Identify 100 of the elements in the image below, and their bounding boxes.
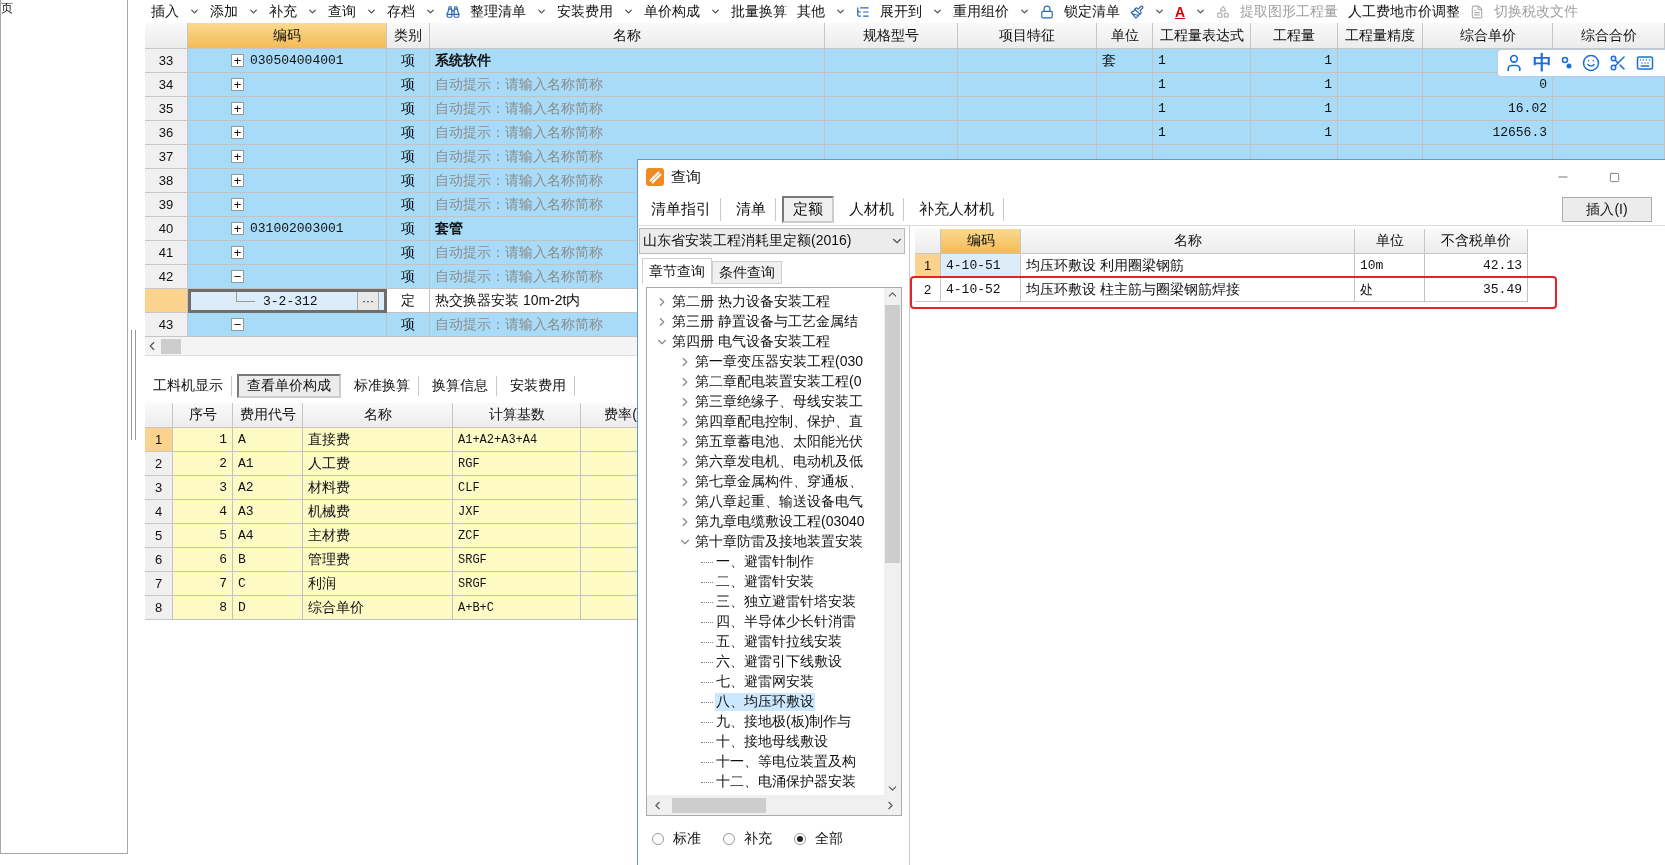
- tree-item[interactable]: 第八章起重、输送设备电气: [694, 493, 864, 511]
- maximize-icon[interactable]: [1609, 171, 1620, 183]
- expand-toggle[interactable]: +: [231, 78, 244, 91]
- list-tree-icon[interactable]: [856, 4, 870, 19]
- column-header[interactable]: 计算基数: [453, 403, 581, 428]
- expand-toggle[interactable]: +: [231, 150, 244, 163]
- tree-item[interactable]: 第九章电缆敷设工程(03040: [694, 513, 866, 531]
- tree-item[interactable]: 八、均压环敷设: [715, 693, 815, 711]
- tab[interactable]: 定额: [782, 196, 834, 223]
- tab[interactable]: 条件查询: [712, 261, 782, 284]
- row-number[interactable]: 37: [145, 145, 188, 169]
- row-number[interactable]: 1: [145, 428, 173, 452]
- tab[interactable]: 工料机显示: [145, 376, 232, 396]
- caret-icon[interactable]: [835, 6, 846, 17]
- row-number[interactable]: 38: [145, 169, 188, 193]
- column-header[interactable]: 类别: [387, 23, 430, 49]
- row-number[interactable]: 35: [145, 97, 188, 121]
- row-number[interactable]: 43: [145, 313, 188, 337]
- row-number[interactable]: 5: [145, 524, 173, 548]
- tree-item[interactable]: 第一章变压器安装工程(030: [694, 353, 865, 371]
- horizontal-scrollbar[interactable]: [647, 795, 901, 815]
- column-header[interactable]: 综合合价: [1553, 23, 1665, 49]
- tree-item[interactable]: 十二、电涌保护器安装: [715, 773, 857, 791]
- tab[interactable]: 清单指引: [642, 198, 721, 221]
- table-cell[interactable]: 3-2-312 ···: [188, 289, 387, 313]
- caret-icon[interactable]: [425, 6, 436, 17]
- tree-item[interactable]: 十一、等电位装置及构: [715, 753, 857, 771]
- row-number[interactable]: 39: [145, 193, 188, 217]
- column-header[interactable]: 项目特征: [958, 23, 1097, 49]
- column-header[interactable]: 工程量表达式: [1153, 23, 1251, 49]
- row-number[interactable]: 40: [145, 217, 188, 241]
- column-header[interactable]: 工程量精度: [1338, 23, 1423, 49]
- column-header[interactable]: 综合单价: [1423, 23, 1553, 49]
- row-number[interactable]: 3: [145, 476, 173, 500]
- radio-option[interactable]: 全部: [794, 830, 843, 848]
- toolbar-button[interactable]: 单价构成: [644, 2, 700, 21]
- tab[interactable]: 换算信息: [424, 376, 497, 396]
- splitter-grip[interactable]: [131, 330, 136, 440]
- caret-icon[interactable]: [307, 6, 318, 17]
- row-number[interactable]: 1: [915, 254, 941, 278]
- scrollbar-thumb[interactable]: [161, 338, 181, 354]
- row-number[interactable]: 2: [145, 452, 173, 476]
- keyboard-icon[interactable]: [1636, 54, 1654, 72]
- user-icon[interactable]: [1504, 53, 1524, 73]
- tree-item[interactable]: 十、接地母线敷设: [715, 733, 829, 751]
- expand-toggle[interactable]: +: [231, 246, 244, 259]
- toolbar-button[interactable]: 批量换算: [731, 2, 787, 21]
- expand-toggle[interactable]: +: [231, 102, 244, 115]
- tree-item[interactable]: 七、避雷网安装: [715, 673, 815, 691]
- toolbar-button[interactable]: 补充: [269, 2, 297, 21]
- radio-option[interactable]: 补充: [723, 830, 772, 848]
- tab[interactable]: 补充人材机: [910, 198, 1004, 221]
- scrollbar-thumb[interactable]: [672, 797, 766, 813]
- tab[interactable]: 清单: [727, 198, 776, 221]
- ellipsis-button[interactable]: ···: [357, 292, 379, 310]
- column-header[interactable]: 不含税单价: [1425, 229, 1528, 254]
- row-number[interactable]: 36: [145, 121, 188, 145]
- column-header[interactable]: 编码: [188, 23, 387, 49]
- tree-item[interactable]: 第二册 热力设备安装工程: [671, 293, 831, 311]
- column-header[interactable]: 单位: [1097, 23, 1153, 49]
- tree-item[interactable]: 四、半导体少长针消雷: [715, 613, 857, 631]
- paintbrush-icon[interactable]: [1130, 4, 1144, 19]
- row-number[interactable]: 41: [145, 241, 188, 265]
- row-number[interactable]: 34: [145, 73, 188, 97]
- expand-toggle[interactable]: +: [231, 174, 244, 187]
- toolbar-button[interactable]: 人工费地市价调整: [1348, 2, 1461, 21]
- font-color-button[interactable]: A: [1175, 3, 1186, 20]
- dot-icon[interactable]: [1561, 56, 1573, 70]
- tree-item[interactable]: 第六章发电机、电动机及低: [694, 453, 864, 471]
- caret-icon[interactable]: [536, 6, 547, 17]
- tab[interactable]: 人材机: [840, 198, 904, 221]
- caret-icon[interactable]: [189, 6, 200, 17]
- column-header[interactable]: 名称: [303, 403, 453, 428]
- expand-toggle[interactable]: −: [231, 318, 244, 331]
- tree-item[interactable]: 一、避雷针制作: [715, 553, 815, 571]
- expand-toggle[interactable]: +: [231, 198, 244, 211]
- tab[interactable]: 查看单价构成: [237, 374, 341, 398]
- scrollbar-thumb[interactable]: [885, 305, 900, 563]
- library-dropdown[interactable]: 山东省安装工程消耗里定额(2016): [639, 228, 905, 254]
- insert-button[interactable]: 插入(I): [1562, 197, 1652, 222]
- row-number[interactable]: 8: [145, 596, 173, 620]
- tree-item[interactable]: 第七章金属构件、穿通板、: [694, 473, 864, 491]
- caret-icon[interactable]: [248, 6, 259, 17]
- caret-icon[interactable]: [623, 6, 634, 17]
- column-header[interactable]: 费用代号: [233, 403, 303, 428]
- row-number[interactable]: 2: [915, 278, 941, 302]
- expand-toggle[interactable]: +: [231, 54, 244, 67]
- toolbar-button[interactable]: 重用组价: [953, 2, 1009, 21]
- expand-toggle[interactable]: −: [231, 270, 244, 283]
- column-header[interactable]: 名称: [1021, 229, 1355, 254]
- toolbar-button[interactable]: 其他: [797, 2, 825, 21]
- caret-icon[interactable]: [932, 6, 943, 17]
- lock-icon[interactable]: [1040, 4, 1054, 19]
- tab[interactable]: 标准换算: [346, 376, 419, 396]
- column-header[interactable]: 编码: [941, 229, 1021, 254]
- toolbar-button[interactable]: 展开到: [880, 2, 922, 21]
- tab[interactable]: 章节查询: [642, 258, 712, 284]
- tree-item[interactable]: 第五章蓄电池、太阳能光伏: [694, 433, 864, 451]
- radio-option[interactable]: 标准: [652, 830, 701, 848]
- row-number[interactable]: 6: [145, 548, 173, 572]
